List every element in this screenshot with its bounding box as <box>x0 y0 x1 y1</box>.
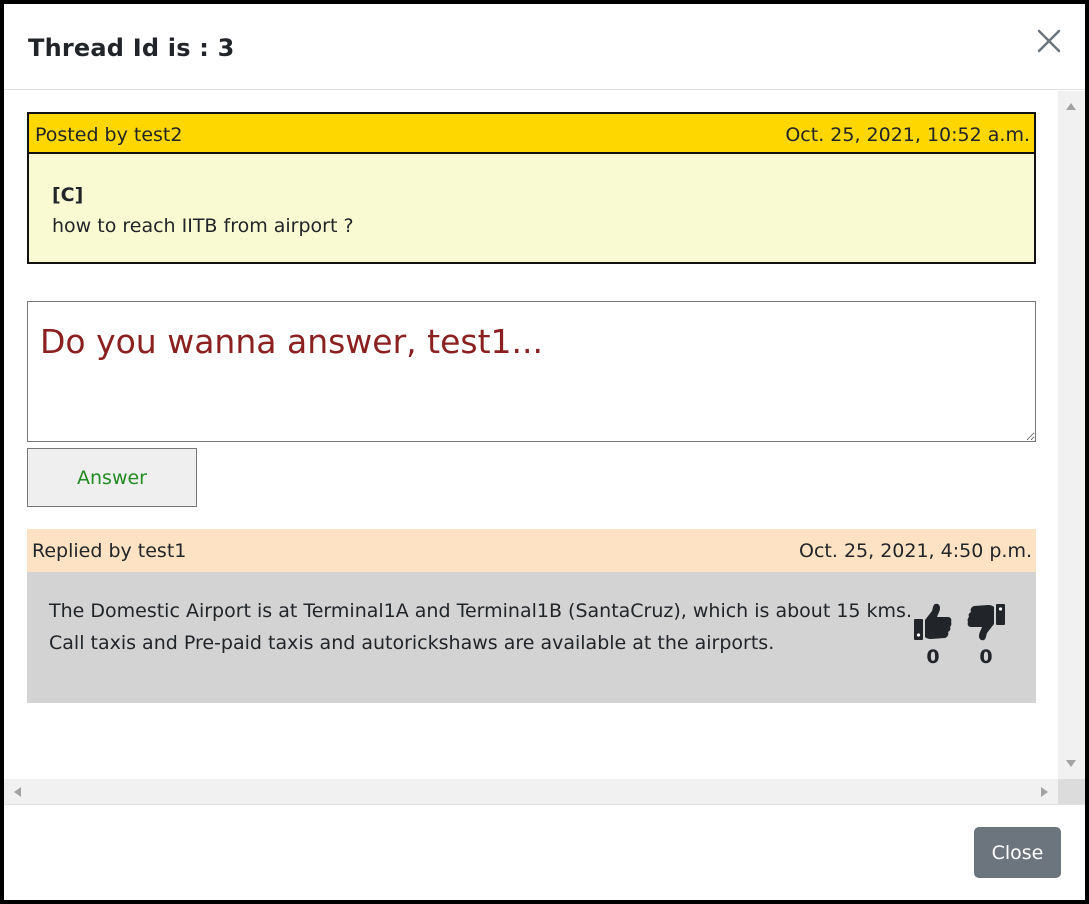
upvote-button[interactable]: 0 <box>911 602 955 668</box>
scroll-left-icon[interactable] <box>14 787 21 797</box>
answer-input[interactable] <box>27 301 1036 442</box>
thumbs-down-icon <box>964 602 1008 642</box>
close-x-icon[interactable] <box>1034 26 1064 56</box>
upvote-count: 0 <box>926 646 940 668</box>
reply-author: Replied by test1 <box>32 540 187 562</box>
reply-header: Replied by test1 Oct. 25, 2021, 4:50 p.m… <box>27 529 1036 572</box>
modal-header: Thread Id is : 3 <box>4 4 1085 90</box>
answer-button[interactable]: Answer <box>27 448 197 507</box>
downvote-count: 0 <box>979 646 993 668</box>
scroll-up-icon[interactable] <box>1066 103 1076 110</box>
horizontal-scrollbar[interactable] <box>4 779 1058 804</box>
reply-date: Oct. 25, 2021, 4:50 p.m. <box>799 540 1032 562</box>
reply-text-line: Call taxis and Pre-paid taxis and autori… <box>49 632 775 654</box>
thread-post: Posted by test2 Oct. 25, 2021, 10:52 a.m… <box>27 112 1036 264</box>
modal-footer: Close <box>4 804 1085 900</box>
post-date: Oct. 25, 2021, 10:52 a.m. <box>785 124 1030 146</box>
thumbs-up-icon <box>911 602 955 642</box>
post-question: how to reach IITB from airport ? <box>52 215 354 237</box>
post-tag: [C] <box>52 184 84 206</box>
vertical-scrollbar[interactable] <box>1058 91 1085 779</box>
post-author: Posted by test2 <box>35 124 183 146</box>
reply-body: The Domestic Airport is at Terminal1A an… <box>27 572 1036 703</box>
modal-title: Thread Id is : 3 <box>28 34 235 62</box>
scrollbar-corner <box>1058 779 1085 804</box>
reply-text-line: The Domestic Airport is at Terminal1A an… <box>49 600 912 622</box>
post-header: Posted by test2 Oct. 25, 2021, 10:52 a.m… <box>29 114 1034 154</box>
close-button[interactable]: Close <box>974 827 1061 878</box>
scroll-down-icon[interactable] <box>1066 760 1076 767</box>
modal-body: Posted by test2 Oct. 25, 2021, 10:52 a.m… <box>4 91 1085 804</box>
thread-modal: Thread Id is : 3 Posted by test2 Oct. 25… <box>4 4 1085 900</box>
downvote-button[interactable]: 0 <box>964 602 1008 668</box>
scroll-right-icon[interactable] <box>1041 787 1048 797</box>
